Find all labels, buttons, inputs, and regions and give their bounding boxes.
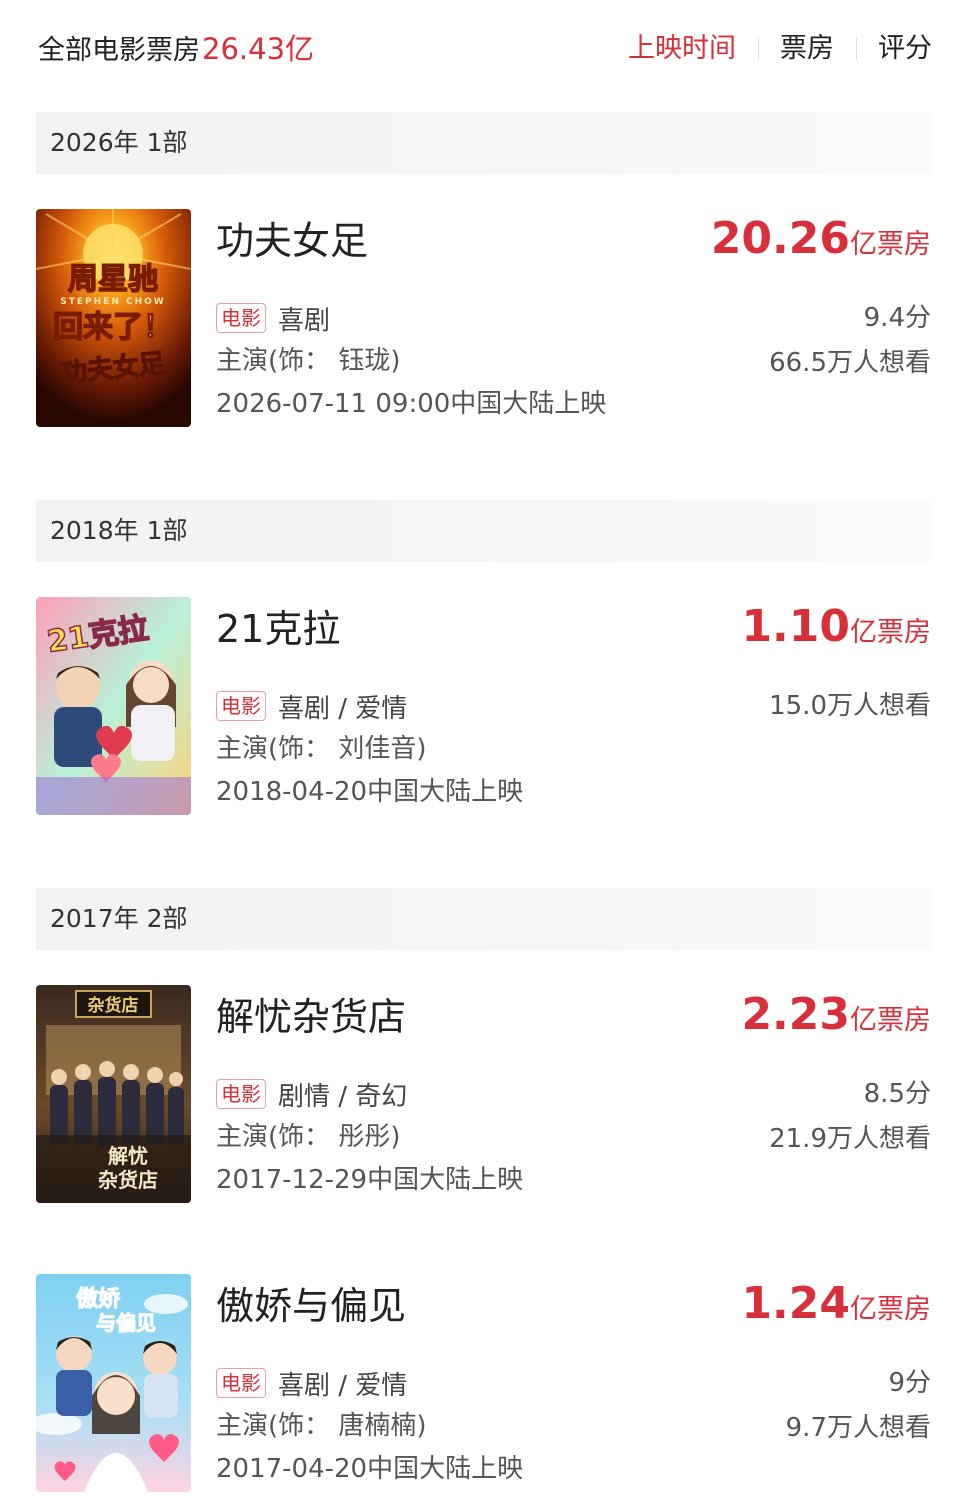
- movie-genre: 剧情 / 奇幻: [278, 1081, 408, 1112]
- movie-item[interactable]: 周星驰 STEPHEN CHOW 回来了！ 功夫女足 功夫女足 电影 喜剧 主演…: [0, 209, 968, 429]
- movie-genre-row: 电影 喜剧: [216, 299, 330, 337]
- box-office-value: 20.26: [710, 213, 850, 264]
- movie-want-count: 66.5万人想看: [769, 348, 931, 378]
- movie-genre-row: 电影 喜剧 / 爱情: [216, 1364, 407, 1402]
- total-box-office-label: 全部电影票房: [38, 35, 200, 66]
- year-group-label: 2026年 1部: [50, 128, 188, 157]
- box-office-value: 1.24: [741, 1278, 850, 1329]
- movie-genre: 喜剧: [278, 305, 331, 336]
- poster-title-text-2: 杂货店: [98, 1168, 158, 1192]
- box-office-value: 1.10: [741, 601, 850, 652]
- year-group-header: 2026年 1部: [36, 112, 932, 174]
- box-office-unit: 亿票房: [850, 1005, 931, 1036]
- total-box-office-amount: 26.43亿: [202, 32, 315, 66]
- movie-cast: 主演(饰： 唐楠楠): [216, 1411, 427, 1441]
- movie-release-date: 2017-12-29中国大陆上映: [216, 1165, 524, 1195]
- total-box-office: 全部电影票房26.43亿: [38, 30, 314, 70]
- box-office-unit: 亿票房: [850, 229, 931, 260]
- movie-cast: 主演(饰： 彤彤): [216, 1122, 401, 1152]
- movie-rating: 9.4分: [863, 303, 931, 333]
- sun-burst-poster-art: 周星驰 STEPHEN CHOW 回来了！ 功夫女足: [36, 209, 191, 427]
- movie-cast: 主演(饰： 刘佳音): [216, 734, 427, 764]
- movie-item[interactable]: 杂货店 解忧 杂货店 解忧杂货店 电影 剧情 / 奇幻 主演(饰： 彤彤) 20…: [0, 985, 968, 1205]
- sort-by-release-date-tab[interactable]: 上映时间: [606, 30, 758, 68]
- movie-box-office: 1.10亿票房: [741, 599, 931, 664]
- movie-rating: 8.5分: [863, 1079, 931, 1109]
- movie-box-office: 20.26亿票房: [711, 211, 931, 276]
- poster-title-text: 周星驰: [68, 262, 158, 297]
- poster-title-text-2: 与偏见: [96, 1311, 156, 1335]
- year-group-label: 2018年 1部: [50, 516, 188, 545]
- movie-type-badge: 电影: [216, 1368, 266, 1398]
- poster-sign-text: 杂货店: [88, 995, 139, 1016]
- movie-genre-row: 电影 剧情 / 奇幻: [216, 1075, 407, 1113]
- movie-want-count: 21.9万人想看: [769, 1124, 931, 1154]
- sort-by-box-office-tab[interactable]: 票房: [758, 30, 856, 68]
- poster-subtitle-text: STEPHEN CHOW: [60, 297, 165, 307]
- movie-type-badge: 电影: [216, 1079, 266, 1109]
- movie-type-badge: 电影: [216, 691, 266, 721]
- storefront-group-poster-art: 杂货店 解忧 杂货店: [36, 985, 191, 1203]
- movie-title: 21克拉: [216, 607, 341, 651]
- movie-cast: 主演(饰： 钰珑): [216, 346, 401, 376]
- movie-poster[interactable]: 21克拉: [36, 597, 191, 815]
- year-group-header: 2018年 1部: [36, 500, 932, 562]
- box-office-unit: 亿票房: [850, 617, 931, 648]
- poster-title-text: 解忧: [108, 1144, 148, 1168]
- movie-genre: 喜剧 / 爱情: [278, 693, 408, 724]
- movie-poster[interactable]: 杂货店 解忧 杂货店: [36, 985, 191, 1203]
- movie-rating: 9分: [888, 1368, 931, 1398]
- poster-title-text: 傲娇: [76, 1286, 121, 1312]
- movie-title: 傲娇与偏见: [216, 1284, 407, 1328]
- sort-tabs: 上映时间 票房 评分: [606, 30, 932, 68]
- box-office-value: 2.23: [741, 989, 850, 1040]
- movie-want-count: 9.7万人想看: [785, 1413, 931, 1443]
- summary-header: 全部电影票房26.43亿 上映时间 票房 评分: [0, 0, 968, 100]
- movie-box-office: 2.23亿票房: [741, 987, 931, 1052]
- movie-want-count: 15.0万人想看: [769, 691, 931, 721]
- pink-sky-couple-poster-art: 傲娇 与偏见: [36, 1274, 191, 1492]
- movie-genre-row: 电影 喜剧 / 爱情: [216, 687, 407, 725]
- movie-title: 功夫女足: [216, 219, 369, 263]
- movie-type-badge: 电影: [216, 303, 266, 333]
- sort-by-rating-tab[interactable]: 评分: [856, 30, 932, 68]
- couple-hearts-poster-art: 21克拉: [36, 597, 191, 815]
- movie-item[interactable]: 傲娇 与偏见 傲娇与偏见 电影 喜剧 / 爱情 主演(饰： 唐楠楠) 2017-…: [0, 1274, 968, 1494]
- poster-tagline-text: 回来了！: [53, 310, 173, 345]
- movie-release-date: 2017-04-20中国大陆上映: [216, 1454, 524, 1484]
- movie-genre: 喜剧 / 爱情: [278, 1370, 408, 1401]
- movie-poster[interactable]: 周星驰 STEPHEN CHOW 回来了！ 功夫女足: [36, 209, 191, 427]
- movie-release-date: 2026-07-11 09:00中国大陆上映: [216, 389, 607, 419]
- box-office-unit: 亿票房: [850, 1294, 931, 1325]
- movie-box-office: 1.24亿票房: [741, 1276, 931, 1341]
- year-group-label: 2017年 2部: [50, 904, 188, 933]
- movie-item[interactable]: 21克拉 21克拉 电影 喜剧 / 爱情 主演(饰： 刘佳音) 2018-04-…: [0, 597, 968, 817]
- movie-release-date: 2018-04-20中国大陆上映: [216, 777, 524, 807]
- year-group-header: 2017年 2部: [36, 888, 932, 950]
- movie-poster[interactable]: 傲娇 与偏见: [36, 1274, 191, 1492]
- movie-title: 解忧杂货店: [216, 995, 407, 1039]
